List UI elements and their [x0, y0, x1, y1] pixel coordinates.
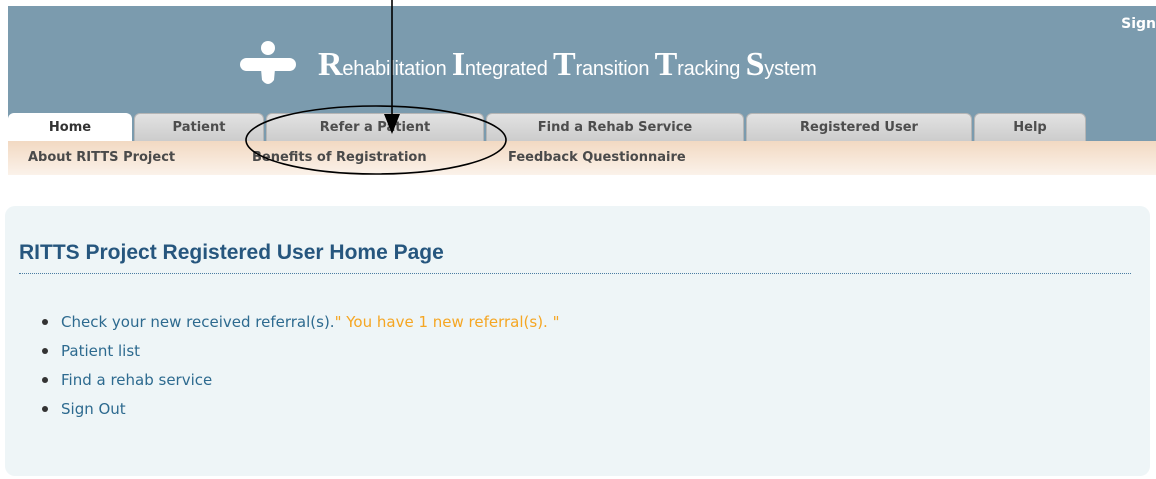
list-item: Patient list [42, 341, 559, 370]
patient-list-link[interactable]: Patient list [61, 342, 140, 360]
bullet-icon [42, 406, 48, 412]
new-referral-notice: " You have 1 new referral(s). " [334, 313, 560, 331]
sign-out-list-link[interactable]: Sign Out [61, 400, 126, 418]
title-word: ntegrated [464, 58, 553, 80]
annotation-ellipse [245, 105, 507, 175]
title-word: racking [677, 58, 746, 80]
bullet-icon [42, 319, 48, 325]
list-item: Sign Out [42, 399, 559, 428]
arrow-down-icon [384, 0, 400, 134]
main-tabs: Home Patient Refer a Patient Find a Reha… [8, 113, 1156, 141]
plus-person-icon [240, 41, 296, 84]
quick-links-list: Check your new received referral(s)." Yo… [42, 312, 560, 428]
title-letter: T [553, 46, 576, 83]
subnav-about-ritts-project[interactable]: About RITTS Project [28, 150, 175, 165]
new-referrals-link[interactable]: Check your new received referral(s). [61, 313, 335, 331]
site-header: Sign Rehabilitation Integrated Transitio… [8, 6, 1156, 113]
list-item: Check your new received referral(s)." Yo… [42, 312, 560, 341]
tab-find-a-rehab-service[interactable]: Find a Rehab Service [486, 113, 744, 141]
page-title: RITTS Project Registered User Home Page [19, 241, 1131, 274]
title-letter: R [318, 46, 343, 83]
title-word: ystem [764, 58, 817, 80]
title-letter: I [451, 46, 465, 83]
bullet-icon [42, 377, 48, 383]
title-letter: S [745, 46, 765, 83]
subnav-feedback-questionnaire[interactable]: Feedback Questionnaire [508, 150, 686, 165]
sign-out-link[interactable]: Sign [1121, 16, 1156, 32]
title-letter: T [654, 46, 678, 83]
title-word: ransition [575, 58, 655, 80]
bullet-icon [42, 348, 48, 354]
list-item: Find a rehab service [42, 370, 559, 399]
tab-home[interactable]: Home [8, 113, 132, 141]
tab-help[interactable]: Help [974, 113, 1086, 141]
content-panel: RITTS Project Registered User Home Page … [5, 206, 1150, 476]
find-rehab-service-link[interactable]: Find a rehab service [61, 371, 212, 389]
tab-registered-user[interactable]: Registered User [746, 113, 972, 141]
sub-navigation: About RITTS Project Benefits of Registra… [8, 141, 1156, 175]
